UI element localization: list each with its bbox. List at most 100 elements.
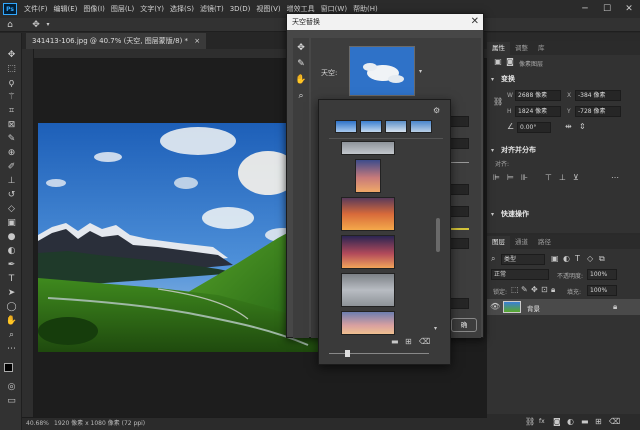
flip-vertical-icon[interactable]: ⇕ bbox=[579, 122, 586, 132]
x-field[interactable]: -384 像素 bbox=[575, 90, 621, 101]
minimize-icon[interactable]: ─ bbox=[574, 4, 596, 14]
tab-close-icon[interactable]: × bbox=[194, 37, 200, 45]
filter-shape-icon[interactable]: ◇ bbox=[587, 254, 593, 264]
sky-group-sunsets[interactable] bbox=[385, 120, 407, 133]
align-center-h-icon[interactable]: ⊨ bbox=[507, 173, 514, 183]
align-bottom-icon[interactable]: ⊻ bbox=[573, 173, 579, 183]
adjustment-layer-icon[interactable]: ◐ bbox=[567, 417, 574, 427]
height-field[interactable]: 1824 像素 bbox=[515, 106, 561, 117]
status-arrow[interactable]: › bbox=[137, 418, 139, 430]
move-icon[interactable]: ✥ bbox=[5, 49, 18, 61]
lock-artboard-icon[interactable]: ⊡ bbox=[541, 285, 548, 295]
crop-icon[interactable]: ⌗ bbox=[5, 105, 18, 117]
sky-preview[interactable] bbox=[349, 46, 415, 96]
sky-thumb-overcast[interactable] bbox=[341, 141, 395, 155]
menu-3d[interactable]: 3D(D) bbox=[227, 5, 254, 13]
filter-type-icon[interactable]: T bbox=[575, 254, 580, 264]
move-tool-icon[interactable]: ✥ bbox=[30, 19, 42, 31]
menu-edit[interactable]: 编辑(E) bbox=[51, 4, 81, 14]
align-middle-v-icon[interactable]: ⊥ bbox=[559, 173, 566, 183]
sky-thumb-storm-gray[interactable] bbox=[341, 273, 395, 307]
ellipse-icon[interactable]: ◯ bbox=[5, 301, 18, 313]
lock-transparent-icon[interactable]: ⬚ bbox=[511, 285, 519, 295]
zoom-level[interactable]: 40.68% bbox=[26, 418, 49, 430]
menu-filter[interactable]: 滤镜(T) bbox=[197, 4, 227, 14]
flip-horizontal-icon[interactable]: ⇹ bbox=[565, 122, 572, 132]
new-group-folder-icon[interactable]: ▬ bbox=[391, 337, 399, 347]
align-top-icon[interactable]: ⊤ bbox=[545, 173, 552, 183]
menu-view[interactable]: 视图(V) bbox=[253, 4, 283, 14]
menu-layer[interactable]: 图层(L) bbox=[108, 4, 137, 14]
chevron-down-icon[interactable]: ▾ bbox=[42, 19, 54, 31]
ok-button[interactable]: 确 bbox=[451, 318, 477, 332]
thumbnail-size-handle[interactable] bbox=[345, 350, 350, 357]
zoom-icon[interactable]: ⌕ bbox=[295, 90, 307, 102]
menu-file[interactable]: 文件(F) bbox=[21, 4, 51, 14]
new-layer-icon[interactable]: ⊞ bbox=[595, 417, 602, 427]
tab-properties[interactable]: 属性 bbox=[487, 42, 510, 55]
chevron-down-icon[interactable]: ▾ bbox=[491, 75, 494, 85]
healing-brush-icon[interactable]: ⊕ bbox=[5, 147, 18, 159]
brush-icon[interactable]: ✐ bbox=[5, 161, 18, 173]
sky-group-spectacular[interactable] bbox=[360, 120, 382, 133]
magic-wand-icon[interactable]: ⚚ bbox=[5, 91, 18, 103]
path-select-icon[interactable]: ➤ bbox=[5, 287, 18, 299]
hand-icon[interactable]: ✋ bbox=[5, 315, 18, 327]
thumbnail-size-track[interactable] bbox=[329, 353, 429, 354]
layer-row-background[interactable]: 👁︎ 背景 🔒︎ bbox=[487, 299, 640, 315]
layer-kind-filter[interactable]: 类型 bbox=[501, 254, 545, 265]
menu-select[interactable]: 选择(S) bbox=[167, 4, 197, 14]
fill-field[interactable]: 100% bbox=[587, 285, 617, 296]
fx-icon[interactable]: fx bbox=[539, 417, 545, 427]
frame-icon[interactable]: ⊠ bbox=[5, 119, 18, 131]
chevron-down-icon[interactable]: ▾ bbox=[491, 146, 494, 156]
blend-mode-select[interactable]: 正常 bbox=[491, 269, 549, 280]
visibility-eye-icon[interactable]: 👁︎ bbox=[490, 302, 500, 312]
mask-icon[interactable]: ◙ bbox=[505, 57, 515, 67]
history-brush-icon[interactable]: ↺ bbox=[5, 189, 18, 201]
blur-icon[interactable]: ● bbox=[5, 231, 18, 243]
more-options-icon[interactable]: ⋯ bbox=[611, 173, 619, 183]
gradient-icon[interactable]: ▣ bbox=[5, 217, 18, 229]
chevron-down-icon[interactable]: ▾ bbox=[419, 68, 422, 75]
chevron-down-icon[interactable]: ▾ bbox=[491, 210, 494, 220]
dialog-close-icon[interactable]: ✕ bbox=[471, 14, 479, 30]
marquee-icon[interactable]: ⬚ bbox=[5, 63, 18, 75]
list-scrollbar-thumb[interactable] bbox=[436, 218, 440, 252]
sky-thumb-sunset-orange[interactable] bbox=[341, 197, 395, 231]
y-field[interactable]: -728 像素 bbox=[575, 106, 621, 117]
trash-icon[interactable]: ⌫ bbox=[609, 417, 620, 427]
tab-layers[interactable]: 图层 bbox=[487, 236, 510, 249]
sky-thumb-pastel-sunset[interactable] bbox=[341, 311, 395, 335]
link-icon[interactable]: ⛓ bbox=[493, 97, 503, 107]
width-field[interactable]: 2688 像素 bbox=[515, 90, 561, 101]
quick-mask-icon[interactable]: ◎ bbox=[5, 381, 18, 393]
opacity-field[interactable]: 100% bbox=[587, 269, 617, 280]
sky-group-blue[interactable] bbox=[335, 120, 357, 133]
close-window-icon[interactable]: ✕ bbox=[618, 4, 640, 14]
maximize-icon[interactable]: ☐ bbox=[596, 4, 618, 14]
add-sky-icon[interactable]: ⊞ bbox=[405, 337, 412, 347]
link-layers-icon[interactable]: ⛓ bbox=[525, 417, 535, 427]
tab-paths[interactable]: 路径 bbox=[533, 236, 556, 249]
filter-adjust-icon[interactable]: ◐ bbox=[563, 254, 570, 264]
lock-all-icon[interactable]: 🔒︎ bbox=[551, 285, 555, 295]
gear-icon[interactable]: ⚙ bbox=[433, 106, 440, 116]
group-folder-icon[interactable]: ▬ bbox=[581, 417, 589, 427]
document-tab[interactable]: 341413-106.jpg @ 40.7% (天空, 图层蒙版/8) * × bbox=[26, 33, 207, 49]
sky-thumb-dusk-portrait[interactable] bbox=[355, 159, 381, 193]
sky-thumb-sunset-purple[interactable] bbox=[341, 235, 395, 269]
lasso-icon[interactable]: ϙ bbox=[5, 77, 18, 89]
add-mask-icon[interactable]: ◙ bbox=[553, 417, 561, 427]
tab-adjustments[interactable]: 调整 bbox=[510, 42, 533, 55]
filter-smart-icon[interactable]: ⧉ bbox=[599, 254, 605, 264]
sky-brush-icon[interactable]: ✎ bbox=[295, 58, 307, 70]
align-left-icon[interactable]: ⊫ bbox=[493, 173, 500, 183]
sky-group-user[interactable] bbox=[410, 120, 432, 133]
foreground-color-swatch[interactable] bbox=[4, 363, 13, 372]
home-icon[interactable]: ⌂ bbox=[4, 19, 16, 31]
delete-sky-icon[interactable]: ⌫ bbox=[419, 337, 430, 347]
align-right-icon[interactable]: ⊪ bbox=[521, 173, 528, 183]
stamp-icon[interactable]: ⊥ bbox=[5, 175, 18, 187]
scroll-down-icon[interactable]: ▾ bbox=[434, 324, 437, 334]
